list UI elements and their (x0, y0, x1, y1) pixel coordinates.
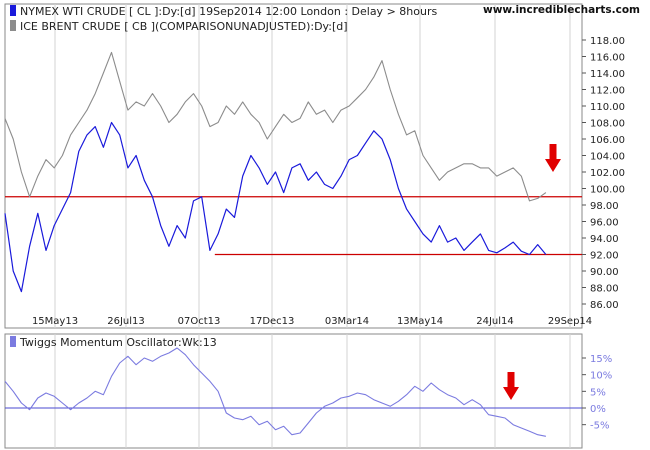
y-tick-label: -5% (590, 421, 609, 432)
y-tick-label: 15% (590, 354, 612, 365)
x-tick-label: 03Mar14 (325, 316, 369, 327)
y-tick-label: 96.00 (590, 218, 619, 229)
y-tick-label: 88.00 (590, 284, 619, 295)
chart-svg: 15May13 26Jul13 07Oct13 17Dec13 03Mar14 13May… (4, 3, 640, 449)
x-tick-label: 26Jul13 (107, 316, 145, 327)
y-tick-label: 94.00 (590, 234, 619, 245)
y-tick-label: 106.00 (590, 135, 625, 146)
y-tick-label: 10% (590, 371, 612, 382)
y-tick-label: 102.00 (590, 168, 625, 179)
x-tick-label: 24Jul14 (476, 316, 514, 327)
y-tick-label: 90.00 (590, 267, 619, 278)
y-tick-label: 108.00 (590, 119, 625, 130)
y-tick-label: 92.00 (590, 251, 619, 262)
y-tick-label: 110.00 (590, 102, 625, 113)
y-tick-label: 104.00 (590, 152, 625, 163)
legend-label: NYMEX WTI CRUDE [ CL ]:Dy:[d] 19Sep2014 … (20, 5, 437, 18)
y-tick-label: 100.00 (590, 185, 625, 196)
y-tick-label: 118.00 (590, 36, 625, 47)
y-axis-price: 86.00 88.00 90.00 92.00 94.00 96.00 98.00 100.0… (582, 36, 625, 311)
y-axis-oscillator: -5% 0% 5% 10% 15% (582, 354, 612, 432)
brand-watermark: www.incrediblecharts.com (483, 4, 640, 16)
legend-swatch (10, 5, 16, 16)
legend-swatch (10, 336, 16, 347)
x-tick-label: 15May13 (32, 316, 78, 327)
x-tick-label: 29Sep14 (548, 316, 592, 327)
y-tick-label: 98.00 (590, 201, 619, 212)
y-tick-label: 116.00 (590, 53, 625, 64)
legend-label: ICE BRENT CRUDE [ CB ](COMPARISONUNADJUS… (20, 20, 348, 33)
y-tick-label: 86.00 (590, 300, 619, 311)
legend-swatch (10, 20, 16, 31)
x-tick-label: 17Dec13 (250, 316, 295, 327)
y-tick-label: 0% (590, 404, 606, 415)
oscillator-legend: Twiggs Momentum Oscillator:Wk:13 (10, 336, 217, 349)
x-tick-label: 07Oct13 (178, 316, 221, 327)
legend-label: Twiggs Momentum Oscillator:Wk:13 (19, 336, 217, 349)
y-tick-label: 114.00 (590, 69, 625, 80)
y-tick-label: 112.00 (590, 86, 625, 97)
chart-root: 15May13 26Jul13 07Oct13 17Dec13 03Mar14 13May… (0, 0, 650, 450)
y-tick-label: 5% (590, 387, 606, 398)
x-tick-label: 13May14 (397, 316, 443, 327)
